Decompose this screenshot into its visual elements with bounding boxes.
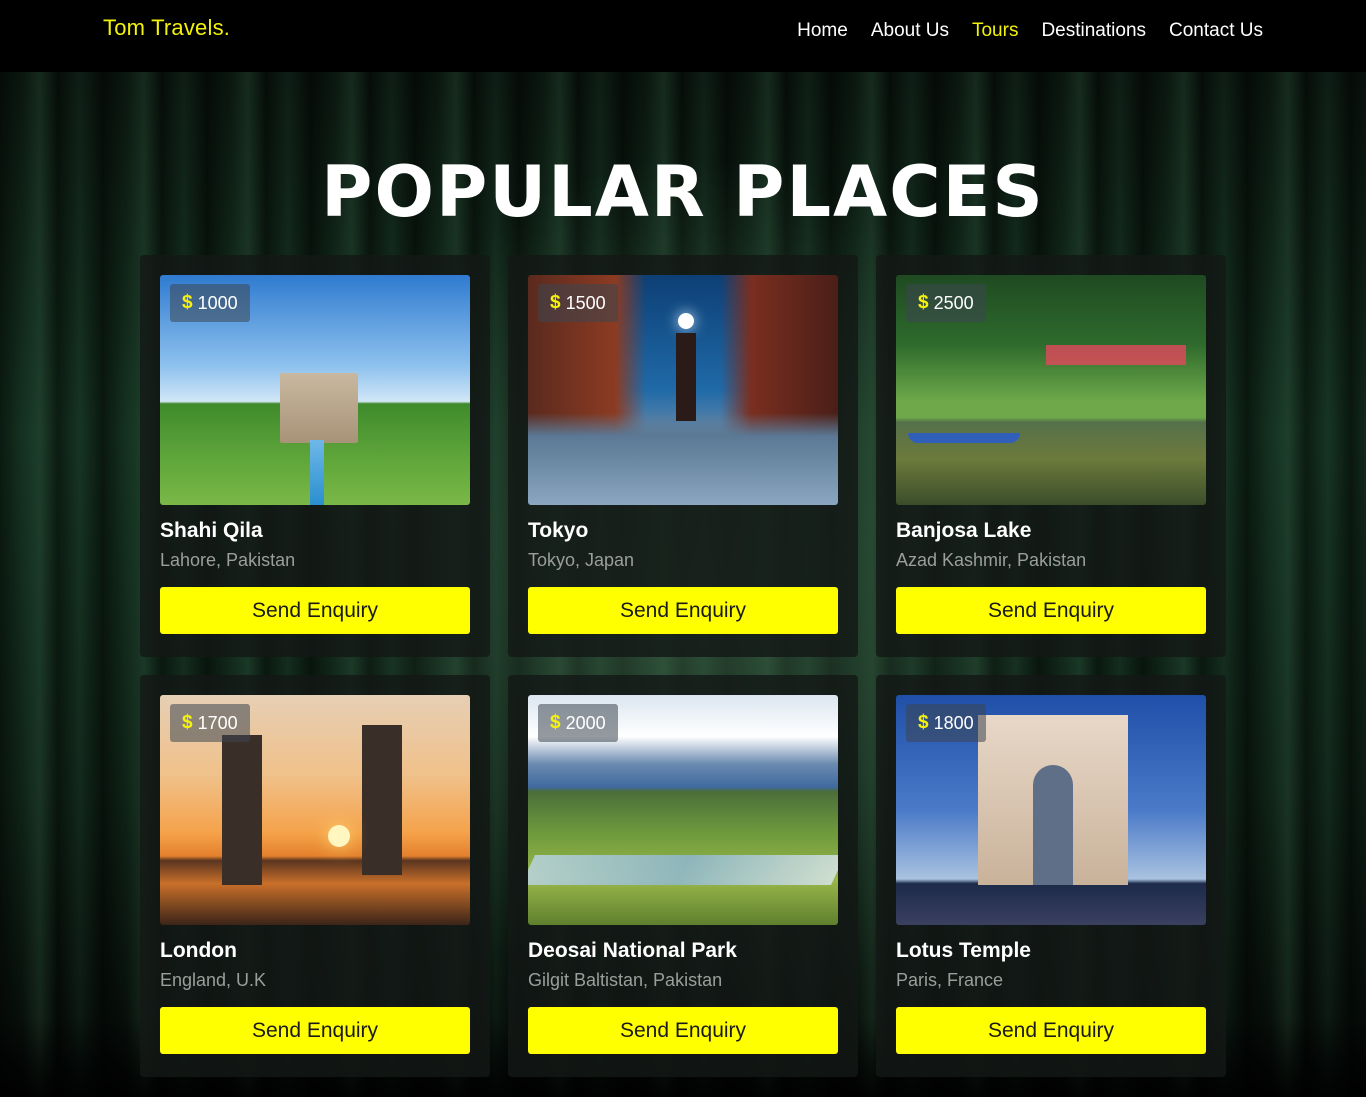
place-image: $ 2000 bbox=[528, 695, 838, 925]
place-card: $ 1800 Lotus Temple Paris, France Send E… bbox=[876, 675, 1226, 1077]
dollar-icon: $ bbox=[182, 292, 193, 313]
place-location: England, U.K bbox=[160, 970, 267, 990]
place-location: Azad Kashmir, Pakistan bbox=[896, 550, 1087, 570]
place-card: $ 1700 London England, U.K Send Enquiry bbox=[140, 675, 490, 1077]
places-grid: $ 1000 Shahi Qila Lahore, Pakistan Send … bbox=[140, 255, 1226, 1077]
send-enquiry-button[interactable]: Send Enquiry bbox=[896, 1007, 1206, 1054]
price-value: 1800 bbox=[933, 712, 974, 733]
price-value: 2500 bbox=[933, 292, 974, 313]
page-title: POPULAR PLACES bbox=[321, 150, 1045, 233]
send-enquiry-button[interactable]: Send Enquiry bbox=[528, 1007, 838, 1054]
place-location: Tokyo, Japan bbox=[528, 550, 635, 570]
place-image: $ 1700 bbox=[160, 695, 470, 925]
send-enquiry-button[interactable]: Send Enquiry bbox=[896, 587, 1206, 634]
nav-link-home[interactable]: Home bbox=[797, 20, 848, 42]
place-title: Banjosa Lake bbox=[896, 519, 1032, 542]
place-card: $ 1500 Tokyo Tokyo, Japan Send Enquiry bbox=[508, 255, 858, 657]
nav-link-contact-us[interactable]: Contact Us bbox=[1169, 20, 1263, 42]
price-badge: $ 2500 bbox=[906, 284, 986, 322]
place-location: Paris, France bbox=[896, 970, 1004, 990]
place-title: Shahi Qila bbox=[160, 519, 263, 542]
place-title: Lotus Temple bbox=[896, 939, 1031, 962]
dollar-icon: $ bbox=[918, 712, 929, 733]
dollar-icon: $ bbox=[182, 712, 193, 733]
place-card: $ 1000 Shahi Qila Lahore, Pakistan Send … bbox=[140, 255, 490, 657]
nav-link-destinations[interactable]: Destinations bbox=[1041, 20, 1146, 42]
price-badge: $ 1500 bbox=[538, 284, 618, 322]
nav-link-about-us[interactable]: About Us bbox=[871, 20, 949, 42]
price-value: 1500 bbox=[565, 292, 606, 313]
place-image: $ 2500 bbox=[896, 275, 1206, 505]
dollar-icon: $ bbox=[550, 292, 561, 313]
place-title: London bbox=[160, 939, 237, 962]
place-image: $ 1800 bbox=[896, 695, 1206, 925]
price-badge: $ 1800 bbox=[906, 704, 986, 742]
place-card: $ 2000 Deosai National Park Gilgit Balti… bbox=[508, 675, 858, 1077]
place-image: $ 1500 bbox=[528, 275, 838, 505]
price-badge: $ 2000 bbox=[538, 704, 618, 742]
price-value: 1000 bbox=[197, 292, 238, 313]
nav-link-tours[interactable]: Tours bbox=[972, 20, 1018, 42]
dollar-icon: $ bbox=[550, 712, 561, 733]
send-enquiry-button[interactable]: Send Enquiry bbox=[160, 1007, 470, 1054]
price-value: 1700 bbox=[197, 712, 238, 733]
send-enquiry-button[interactable]: Send Enquiry bbox=[528, 587, 838, 634]
place-location: Lahore, Pakistan bbox=[160, 550, 296, 570]
place-location: Gilgit Baltistan, Pakistan bbox=[528, 970, 723, 990]
place-image: $ 1000 bbox=[160, 275, 470, 505]
brand-logo[interactable]: Tom Travels. bbox=[103, 15, 230, 41]
main-nav: Home About Us Tours Destinations Contact… bbox=[797, 20, 1263, 42]
dollar-icon: $ bbox=[918, 292, 929, 313]
place-title: Deosai National Park bbox=[528, 939, 737, 962]
place-title: Tokyo bbox=[528, 519, 589, 542]
place-card: $ 2500 Banjosa Lake Azad Kashmir, Pakist… bbox=[876, 255, 1226, 657]
navbar: Tom Travels. Home About Us Tours Destina… bbox=[0, 0, 1366, 72]
send-enquiry-button[interactable]: Send Enquiry bbox=[160, 587, 470, 634]
price-value: 2000 bbox=[565, 712, 606, 733]
price-badge: $ 1700 bbox=[170, 704, 250, 742]
price-badge: $ 1000 bbox=[170, 284, 250, 322]
